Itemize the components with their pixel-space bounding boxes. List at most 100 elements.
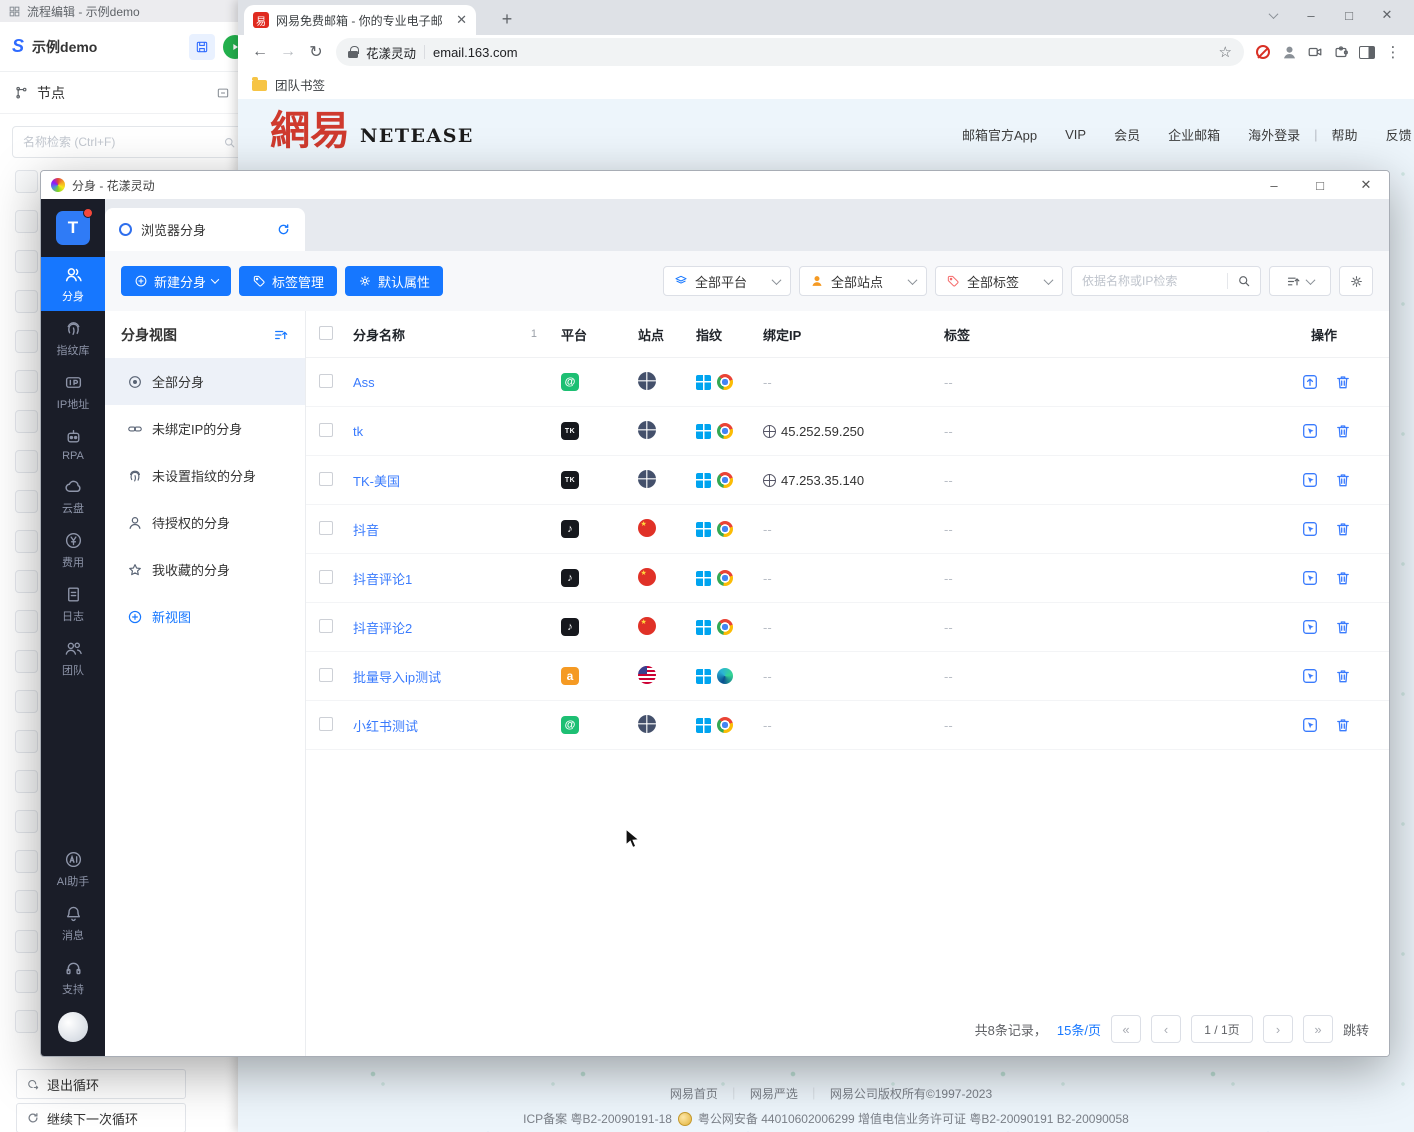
app-minimize-button[interactable]: –	[1251, 171, 1297, 199]
bookmark-folder-label[interactable]: 团队书签	[275, 75, 325, 94]
table-row[interactable]: TK-美国 TK 47.253.35.140 --	[306, 456, 1389, 505]
launch-profile-button[interactable]	[1301, 569, 1319, 587]
launch-profile-button[interactable]	[1301, 471, 1319, 489]
node-palette-icon[interactable]	[15, 330, 38, 353]
node-palette-icon[interactable]	[15, 1010, 38, 1033]
browser-maximize-button[interactable]: □	[1330, 2, 1368, 28]
profile-name-link[interactable]: 批量导入ip测试	[353, 667, 561, 686]
node-palette-icon[interactable]	[15, 850, 38, 873]
new-tab-button[interactable]: +	[494, 6, 520, 32]
row-checkbox[interactable]	[319, 569, 333, 584]
refresh-tab-icon[interactable]	[276, 222, 291, 237]
select-all-checkbox[interactable]	[319, 325, 333, 340]
node-palette-icon[interactable]	[15, 810, 38, 833]
extensions-puzzle-icon[interactable]	[1328, 38, 1354, 66]
sidebar-item-ai-assistant[interactable]: AI助手	[41, 842, 105, 896]
row-checkbox[interactable]	[319, 618, 333, 633]
row-checkbox[interactable]	[319, 471, 333, 486]
netease-footer-link[interactable]: 网易公司版权所有©1997-2023	[830, 1085, 992, 1102]
flow-node-exit-loop[interactable]: 退出循环	[16, 1069, 186, 1099]
view-item-favorites[interactable]: 我收藏的分身	[105, 546, 305, 593]
address-bar[interactable]: 花漾灵动 email.163.com ☆	[336, 38, 1244, 66]
delete-profile-button[interactable]	[1334, 569, 1352, 587]
netease-nav-link[interactable]: 会员	[1114, 125, 1140, 144]
launch-profile-button[interactable]	[1301, 422, 1319, 440]
table-row[interactable]: 小红书测试 @ -- --	[306, 701, 1389, 750]
profile-name-link[interactable]: 抖音评论2	[353, 618, 561, 637]
delete-profile-button[interactable]	[1334, 520, 1352, 538]
camera-extension-icon[interactable]	[1302, 38, 1328, 66]
row-checkbox[interactable]	[319, 422, 333, 437]
sidebar-item-rpa[interactable]: RPA	[41, 419, 105, 469]
sort-dropdown[interactable]	[1269, 266, 1331, 296]
jump-to-page[interactable]: 跳转	[1343, 1020, 1369, 1039]
node-search-input[interactable]	[23, 135, 223, 149]
node-palette-icon[interactable]	[15, 450, 38, 473]
netease-nav-link[interactable]: 邮箱官方App	[962, 125, 1037, 144]
row-checkbox[interactable]	[319, 520, 333, 535]
view-item-pending-auth[interactable]: 待授权的分身	[105, 499, 305, 546]
side-panel-icon[interactable]	[1354, 38, 1380, 66]
profile-name-link[interactable]: 小红书测试	[353, 716, 561, 735]
adblock-extension-icon[interactable]	[1250, 38, 1276, 66]
profile-search-input[interactable]	[1072, 274, 1227, 288]
row-checkbox[interactable]	[319, 667, 333, 682]
new-profile-button[interactable]: 新建分身	[121, 266, 232, 296]
netease-nav-link[interactable]: 企业邮箱	[1168, 125, 1220, 144]
col-name[interactable]: 分身名称	[353, 325, 405, 344]
sidebar-item-ip[interactable]: IP地址	[41, 365, 105, 419]
node-palette-icon[interactable]	[15, 690, 38, 713]
table-row[interactable]: Ass @ -- --	[306, 358, 1389, 407]
netease-nav-link[interactable]: VIP	[1065, 127, 1086, 142]
user-avatar[interactable]	[58, 1012, 88, 1042]
platform-filter-dropdown[interactable]: 全部平台	[663, 266, 791, 296]
sidebar-item-support[interactable]: 支持	[41, 950, 105, 1004]
view-item-all[interactable]: 全部分身	[105, 358, 305, 405]
table-row[interactable]: 批量导入ip测试 a -- --	[306, 652, 1389, 701]
launch-profile-button[interactable]	[1301, 520, 1319, 538]
node-palette-icon[interactable]	[15, 730, 38, 753]
forward-button[interactable]: →	[274, 38, 302, 66]
netease-nav-link[interactable]: 帮助	[1332, 125, 1358, 144]
per-page-selector[interactable]: 15条/页	[1057, 1020, 1101, 1039]
node-palette-icon[interactable]	[15, 490, 38, 513]
launch-profile-button[interactable]	[1301, 618, 1319, 636]
team-avatar[interactable]: T	[56, 208, 93, 245]
bookmark-star-icon[interactable]: ☆	[1219, 43, 1232, 61]
launch-profile-button[interactable]	[1301, 716, 1319, 734]
node-palette-icon[interactable]	[15, 170, 38, 193]
collapse-panel-icon[interactable]	[216, 86, 230, 100]
browser-close-button[interactable]: ✕	[1368, 2, 1406, 28]
delete-profile-button[interactable]	[1334, 373, 1352, 391]
node-palette-icon[interactable]	[15, 250, 38, 273]
row-checkbox[interactable]	[319, 716, 333, 731]
tab-close-icon[interactable]: ✕	[456, 12, 467, 28]
table-row[interactable]: 抖音评论1 ♪ --	[306, 554, 1389, 603]
back-button[interactable]: ←	[246, 38, 274, 66]
sidebar-item-profiles[interactable]: 分身	[41, 257, 105, 311]
view-sort-icon[interactable]	[273, 327, 289, 343]
profile-name-link[interactable]: TK-美国	[353, 471, 561, 490]
sidebar-item-fingerprints[interactable]: 指纹库	[41, 311, 105, 365]
view-item-no-fingerprint[interactable]: 未设置指纹的分身	[105, 452, 305, 499]
sidebar-item-logs[interactable]: 日志	[41, 577, 105, 631]
profile-name-link[interactable]: 抖音评论1	[353, 569, 561, 588]
delete-profile-button[interactable]	[1334, 716, 1352, 734]
first-page-button[interactable]: «	[1110, 1015, 1141, 1043]
next-page-button[interactable]: ›	[1262, 1015, 1293, 1043]
tag-filter-dropdown[interactable]: 全部标签	[935, 266, 1063, 296]
search-button[interactable]	[1228, 274, 1260, 288]
row-checkbox[interactable]	[319, 373, 333, 388]
delete-profile-button[interactable]	[1334, 618, 1352, 636]
flow-node-next-loop[interactable]: 继续下一次循环	[16, 1103, 186, 1132]
node-palette-icon[interactable]	[15, 890, 38, 913]
profile-name-link[interactable]: Ass	[353, 375, 561, 390]
node-palette-icon[interactable]	[15, 770, 38, 793]
node-palette-icon[interactable]	[15, 410, 38, 433]
browser-minimize-button[interactable]: –	[1292, 2, 1330, 28]
export-profile-button[interactable]	[1301, 373, 1319, 391]
profile-name-link[interactable]: tk	[353, 424, 561, 439]
default-props-button[interactable]: 默认属性	[345, 266, 444, 296]
netease-nav-link[interactable]: 反馈	[1386, 125, 1412, 144]
tab-search-chevron-icon[interactable]	[1254, 2, 1292, 28]
